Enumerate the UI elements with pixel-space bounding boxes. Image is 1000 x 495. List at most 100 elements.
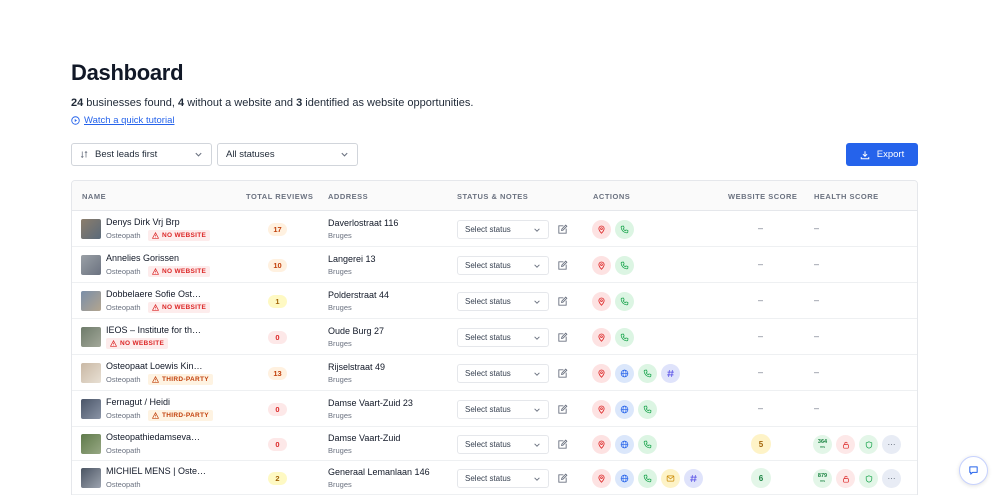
page-title: Dashboard: [71, 60, 184, 85]
business-name[interactable]: Osteopathiedamseva…: [106, 432, 200, 442]
phone-action-button[interactable]: [615, 256, 634, 275]
business-name[interactable]: Osteopaat Loewis Kin…: [106, 361, 203, 371]
column-header-status-notes[interactable]: STATUS & NOTES: [457, 192, 528, 201]
phone-icon: [643, 440, 652, 449]
column-header-website-score[interactable]: WEBSITE SCORE: [728, 192, 797, 201]
edit-notes-icon[interactable]: [557, 224, 568, 235]
warning-icon: [152, 376, 159, 383]
more-options-button[interactable]: ···: [882, 469, 901, 488]
website-status-badge: NO WEBSITE: [106, 338, 169, 349]
chat-button[interactable]: [959, 456, 988, 485]
map-pin-action-button[interactable]: [592, 220, 611, 239]
business-name[interactable]: Dobbelaere Sofie Ost…: [106, 289, 201, 299]
business-name[interactable]: Denys Dirk Vrj Brp: [106, 217, 180, 227]
website-status-badge: NO WEBSITE: [148, 266, 211, 277]
lock-icon: [842, 475, 849, 483]
edit-notes-icon[interactable]: [557, 404, 568, 415]
website-score-empty: –: [758, 295, 764, 305]
edit-notes-icon[interactable]: [557, 260, 568, 271]
map-pin-action-button[interactable]: [592, 469, 611, 488]
status-select-placeholder: Select status: [465, 333, 511, 342]
column-header-name[interactable]: NAME: [82, 192, 106, 201]
globe-action-button[interactable]: [615, 435, 634, 454]
phone-action-button[interactable]: [615, 220, 634, 239]
status-select[interactable]: Select status: [457, 469, 549, 488]
map-pin-action-button[interactable]: [592, 256, 611, 275]
business-name[interactable]: Annelies Gorissen: [106, 253, 179, 263]
table-row[interactable]: Osteopathiedamseva… Osteopath 0 Damse Vaart…: [72, 427, 917, 461]
column-header-total-reviews[interactable]: TOTAL REVIEWS: [246, 192, 313, 201]
phone-icon: [620, 225, 629, 234]
load-time-badge[interactable]: 879 ms: [813, 469, 832, 488]
globe-action-button[interactable]: [615, 400, 634, 419]
ssl-check-badge[interactable]: [836, 435, 855, 454]
phone-action-button[interactable]: [638, 400, 657, 419]
health-score-empty: –: [814, 403, 820, 413]
badge-label: NO WEBSITE: [162, 304, 207, 311]
security-check-badge[interactable]: [859, 469, 878, 488]
edit-notes-icon[interactable]: [557, 473, 568, 484]
status-select[interactable]: Select status: [457, 435, 549, 454]
hash-action-button[interactable]: [684, 469, 703, 488]
status-select[interactable]: Select status: [457, 400, 549, 419]
sort-select[interactable]: Best leads first: [71, 143, 212, 166]
export-button[interactable]: Export: [846, 143, 918, 166]
ssl-check-badge[interactable]: [836, 469, 855, 488]
status-select[interactable]: Select status: [457, 220, 549, 239]
map-pin-icon: [597, 474, 606, 483]
business-name[interactable]: Fernagut / Heidi: [106, 397, 170, 407]
business-category: Osteopath: [106, 267, 141, 276]
edit-notes-icon[interactable]: [557, 368, 568, 379]
export-button-label: Export: [876, 149, 905, 160]
status-select[interactable]: Select status: [457, 292, 549, 311]
table-row[interactable]: MICHIEL MENS | Oste… Osteopath 2 Generaal L…: [72, 461, 917, 495]
phone-action-button[interactable]: [615, 328, 634, 347]
security-check-badge[interactable]: [859, 435, 878, 454]
map-pin-action-button[interactable]: [592, 292, 611, 311]
load-time-unit: ms: [819, 478, 826, 484]
table-row[interactable]: Dobbelaere Sofie Ost… Osteopath NO WEBSITE…: [72, 283, 917, 319]
tutorial-link[interactable]: Watch a quick tutorial: [71, 115, 174, 126]
globe-action-button[interactable]: [615, 469, 634, 488]
load-time-badge[interactable]: 364 ms: [813, 435, 832, 454]
phone-action-button[interactable]: [638, 435, 657, 454]
leads-table: NAME TOTAL REVIEWS ADDRESS STATUS & NOTE…: [71, 180, 918, 495]
status-select[interactable]: Select status: [457, 328, 549, 347]
map-pin-action-button[interactable]: [592, 364, 611, 383]
mail-action-button[interactable]: [661, 469, 680, 488]
website-status-badge: THIRD-PARTY: [148, 410, 213, 421]
status-select-placeholder: Select status: [465, 405, 511, 414]
total-count: 24: [71, 97, 84, 109]
more-options-button[interactable]: ···: [882, 435, 901, 454]
table-row[interactable]: IEOS – Institute for th… NO WEBSITE 0 Oude …: [72, 319, 917, 355]
status-select[interactable]: Select status: [457, 256, 549, 275]
map-pin-action-button[interactable]: [592, 400, 611, 419]
table-row[interactable]: Annelies Gorissen Osteopath NO WEBSITE 10 La…: [72, 247, 917, 283]
chevron-down-icon: [534, 477, 540, 481]
business-name[interactable]: MICHIEL MENS | Oste…: [106, 466, 206, 476]
chevron-down-icon: [534, 264, 540, 268]
table-row[interactable]: Denys Dirk Vrj Brp Osteopath NO WEBSITE 17 D…: [72, 211, 917, 247]
phone-action-button[interactable]: [615, 292, 634, 311]
business-name[interactable]: IEOS – Institute for th…: [106, 325, 201, 335]
column-header-address[interactable]: ADDRESS: [328, 192, 368, 201]
status-filter-select[interactable]: All statuses: [217, 143, 358, 166]
review-count-badge: 0: [268, 331, 287, 344]
phone-action-button[interactable]: [638, 364, 657, 383]
edit-notes-icon[interactable]: [557, 332, 568, 343]
status-select[interactable]: Select status: [457, 364, 549, 383]
edit-notes-icon[interactable]: [557, 439, 568, 450]
table-row[interactable]: Osteopaat Loewis Kin… Osteopath THIRD-PART…: [72, 355, 917, 391]
status-select-placeholder: Select status: [465, 474, 511, 483]
column-header-health-score[interactable]: HEALTH SCORE: [814, 192, 879, 201]
address-city: Bruges: [328, 480, 352, 489]
hash-action-button[interactable]: [661, 364, 680, 383]
phone-action-button[interactable]: [638, 469, 657, 488]
globe-action-button[interactable]: [615, 364, 634, 383]
tutorial-link-label: Watch a quick tutorial: [84, 115, 175, 126]
website-score-empty: –: [758, 331, 764, 341]
map-pin-action-button[interactable]: [592, 328, 611, 347]
table-row[interactable]: Fernagut / Heidi Osteopath THIRD-PARTY 0 Dam…: [72, 391, 917, 427]
edit-notes-icon[interactable]: [557, 296, 568, 307]
map-pin-action-button[interactable]: [592, 435, 611, 454]
